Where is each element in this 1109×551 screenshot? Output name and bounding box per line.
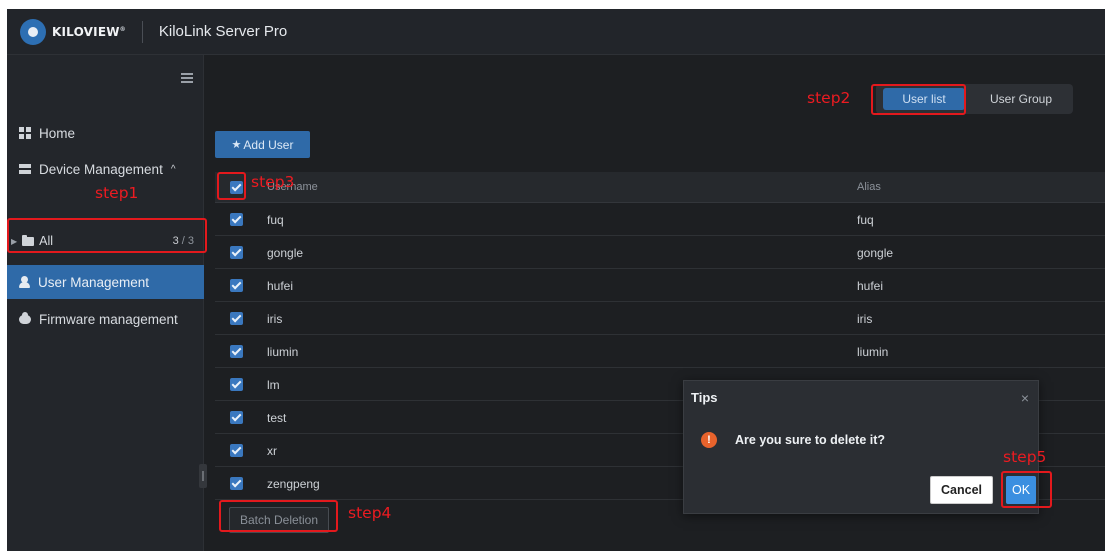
- sidebar-resize-handle[interactable]: [199, 464, 207, 488]
- table-row[interactable]: fuq fuq: [215, 203, 1105, 236]
- dialog-title: Tips: [691, 390, 718, 405]
- table-row[interactable]: gongle gongle: [215, 236, 1105, 269]
- sidebar: Home Device Management ^ ▶ All 3 / 3 Use…: [7, 55, 204, 551]
- close-icon[interactable]: ×: [1021, 390, 1029, 406]
- annotation-box-user-list: [871, 84, 966, 115]
- confirm-delete-dialog: Tips × ! Are you sure to delete it? Canc…: [683, 380, 1039, 514]
- annotation-box-user-management: [7, 218, 207, 253]
- annotation-step2: step2: [807, 89, 851, 107]
- row-checkbox[interactable]: [230, 477, 243, 490]
- cancel-button[interactable]: Cancel: [930, 476, 993, 504]
- user-icon: [19, 276, 30, 288]
- column-header-alias: Alias: [857, 181, 881, 193]
- cell-alias: fuq: [857, 213, 874, 227]
- sidebar-item-label: Device Management: [39, 161, 163, 177]
- annotation-step4: step4: [348, 504, 392, 522]
- row-checkbox[interactable]: [230, 279, 243, 292]
- cell-username: hufei: [267, 279, 294, 293]
- logo-text: KILOVIEW®: [52, 24, 126, 39]
- table-header: Username Alias: [215, 172, 1105, 203]
- home-grid-icon: [19, 127, 31, 139]
- annotation-step5: step5: [1003, 448, 1047, 466]
- table-row[interactable]: hufei hufei: [215, 269, 1105, 302]
- sidebar-item-device-management[interactable]: Device Management ^: [7, 155, 204, 183]
- row-checkbox[interactable]: [230, 345, 243, 358]
- annotation-box-batch-deletion: [219, 500, 338, 532]
- title-divider: [141, 20, 143, 43]
- add-user-button[interactable]: ★ Add User: [215, 131, 310, 158]
- cell-alias: liumin: [857, 345, 889, 359]
- cell-username: fuq: [267, 213, 284, 227]
- cell-alias: hufei: [857, 279, 884, 293]
- sidebar-item-label: Home: [39, 125, 76, 141]
- dialog-message: Are you sure to delete it?: [735, 433, 886, 447]
- cell-username: liumin: [267, 345, 299, 359]
- top-bar: KILOVIEW® KiloLink Server Pro: [7, 9, 1105, 55]
- cloud-icon: [19, 311, 31, 324]
- cell-username: gongle: [267, 246, 304, 260]
- add-user-label: Add User: [243, 137, 294, 152]
- sidebar-item-firmware-management[interactable]: Firmware management: [7, 305, 204, 333]
- row-checkbox[interactable]: [230, 444, 243, 457]
- row-checkbox[interactable]: [230, 246, 243, 259]
- logo-circle-icon: [20, 18, 46, 45]
- collapse-menu-icon[interactable]: [181, 73, 193, 85]
- user-add-icon: ★: [231, 139, 242, 151]
- table-row[interactable]: liumin liumin: [215, 335, 1105, 368]
- annotation-step1: step1: [95, 184, 139, 202]
- app-title: KiloLink Server Pro: [158, 23, 288, 40]
- sidebar-item-label: User Management: [38, 274, 150, 290]
- cell-username: test: [267, 411, 287, 425]
- annotation-box-select-all: [217, 172, 246, 200]
- chevron-up-icon: ^: [170, 163, 176, 175]
- cell-username: lm: [267, 378, 280, 392]
- row-checkbox[interactable]: [230, 213, 243, 226]
- cell-username: iris: [267, 312, 283, 326]
- row-checkbox[interactable]: [230, 378, 243, 391]
- kiloview-logo[interactable]: KILOVIEW®: [20, 18, 126, 46]
- annotation-box-ok: [1001, 471, 1052, 508]
- device-icon: [19, 163, 31, 175]
- cell-alias: iris: [857, 312, 873, 326]
- cell-alias: gongle: [857, 246, 894, 260]
- sidebar-item-home[interactable]: Home: [7, 119, 204, 147]
- sidebar-item-user-management[interactable]: User Management: [7, 265, 204, 299]
- warning-icon: !: [701, 432, 717, 448]
- table-row[interactable]: iris iris: [215, 302, 1105, 335]
- row-checkbox[interactable]: [230, 312, 243, 325]
- tab-user-group[interactable]: User Group: [976, 88, 1066, 110]
- sidebar-item-label: Firmware management: [39, 311, 178, 327]
- cell-username: zengpeng: [267, 477, 320, 491]
- cell-username: xr: [267, 444, 277, 458]
- row-checkbox[interactable]: [230, 411, 243, 424]
- annotation-step3: step3: [251, 173, 295, 191]
